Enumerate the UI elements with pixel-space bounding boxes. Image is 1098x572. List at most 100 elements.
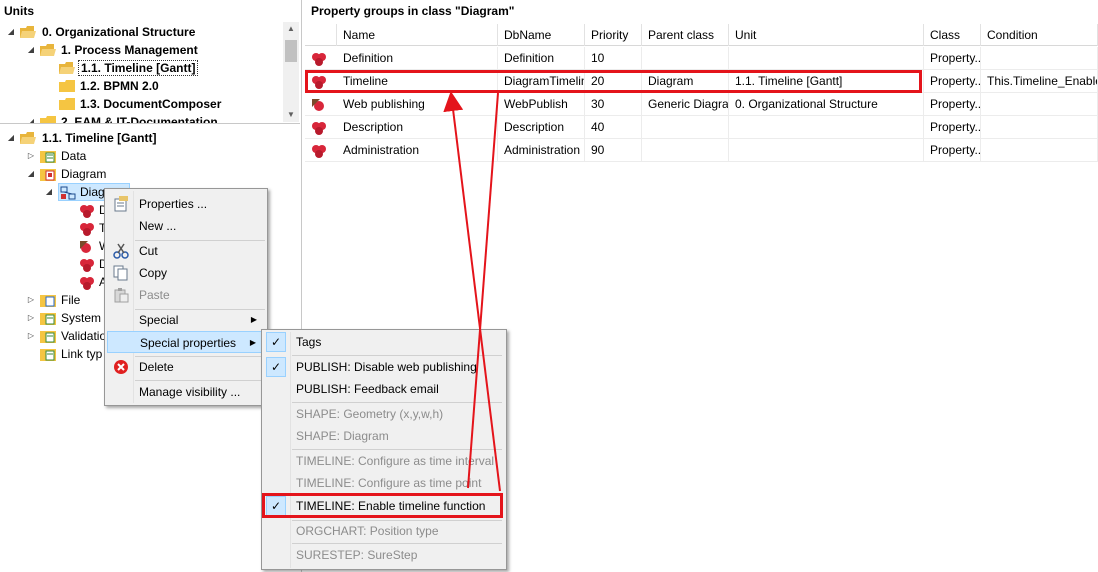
annotation-highlight-timeline-enable [262,493,503,518]
collapse-icon[interactable]: ◢ [6,129,16,147]
cell-name: Administration [337,139,498,162]
special-properties-submenu: ✓ Tags ✓ PUBLISH: Disable web publishing… [261,329,507,570]
class-folder-icon [40,168,56,181]
collapse-icon[interactable]: ◢ [44,183,54,201]
tree-item-org-structure[interactable]: ◢ 0. Organizational Structure [0,23,280,41]
menu-item-cut[interactable]: Cut [107,240,265,262]
menu-item-label: SHAPE: Diagram [296,429,389,443]
cell-condition [981,116,1098,139]
submenu-item-publish-disable[interactable]: ✓ PUBLISH: Disable web publishing [264,356,504,378]
tree-item-label: 2. EAM & IT-Documentation [61,115,218,124]
paste-icon [113,287,129,303]
column-header-parent-class[interactable]: Parent class [642,24,729,46]
table-row[interactable]: Definition Definition 10 Property... [305,47,1098,70]
table-row[interactable]: Web publishing WebPublish 30 Generic Dia… [305,93,1098,116]
cell-name: Web publishing [337,93,498,116]
submenu-item-timeline-interval[interactable]: TIMELINE: Configure as time interval [264,450,504,472]
menu-item-label: Paste [139,288,170,302]
collapse-icon[interactable]: ◢ [26,165,36,183]
property-group-icon [79,276,95,290]
submenu-item-surestep[interactable]: SURESTEP: SureStep [264,544,504,566]
web-publish-icon [311,98,327,112]
menu-item-delete[interactable]: Delete [107,356,265,378]
expand-icon[interactable]: ▷ [26,291,36,309]
menu-item-label: Manage visibility ... [139,385,241,399]
class-folder-icon [40,312,56,325]
tree-item-eam[interactable]: ◢ 2. EAM & IT-Documentation [0,113,280,124]
folder-icon [59,80,75,92]
collapse-icon[interactable]: ◢ [6,23,16,41]
submenu-item-shape-geometry[interactable]: SHAPE: Geometry (x,y,w,h) [264,403,504,425]
submenu-item-publish-feedback[interactable]: PUBLISH: Feedback email [264,378,504,400]
tree-item-bpmn[interactable]: 1.2. BPMN 2.0 [0,77,280,95]
column-header-dbname[interactable]: DbName [498,24,585,46]
property-group-icon [79,258,95,272]
cell-condition [981,139,1098,162]
menu-item-special-properties[interactable]: Special properties ▶ [107,331,265,353]
scroll-down-icon[interactable]: ▼ [283,108,299,122]
menu-item-special[interactable]: Special ▶ [107,309,265,331]
menu-item-manage-visibility[interactable]: Manage visibility ... [107,381,265,403]
tree-item-label: Data [61,149,87,163]
cell-unit: 0. Organizational Structure [729,93,924,116]
submenu-item-orgchart-position[interactable]: ORGCHART: Position type [264,520,504,542]
column-header-name[interactable]: Name [337,24,498,46]
submenu-item-tags[interactable]: ✓ Tags [264,331,504,353]
tree-item-timeline-gantt[interactable]: 1.1. Timeline [Gantt] [0,59,280,77]
menu-item-label: PUBLISH: Disable web publishing [296,360,477,374]
property-group-icon [311,121,327,135]
collapse-icon[interactable]: ◢ [26,41,36,59]
column-header-icon[interactable] [305,24,337,46]
cell-condition [981,47,1098,70]
cell-priority: 40 [585,116,642,139]
tree-item-label: 1.1. Timeline [Gantt] [78,60,199,76]
diagram-icon [60,186,76,200]
property-groups-title: Property groups in class "Diagram" [311,4,515,18]
cell-class: Property... [924,70,981,93]
cell-condition [981,93,1098,116]
menu-item-label: SHAPE: Geometry (x,y,w,h) [296,407,444,421]
tree-item-process-management[interactable]: ◢ 1. Process Management [0,41,280,59]
scroll-thumb[interactable] [285,40,297,62]
column-header-priority[interactable]: Priority [585,24,642,46]
menu-item-label: TIMELINE: Configure as time interval [296,454,495,468]
expand-icon[interactable]: ▷ [26,147,36,165]
property-group-icon [311,144,327,158]
collapse-icon[interactable]: ◢ [26,113,36,123]
scroll-up-icon[interactable]: ▲ [283,22,299,36]
class-folder-icon [40,330,56,343]
expand-icon[interactable]: ▷ [26,327,36,345]
menu-item-paste[interactable]: Paste [107,284,265,306]
cell-class: Property... [924,139,981,162]
submenu-item-shape-diagram[interactable]: SHAPE: Diagram [264,425,504,447]
class-folder-icon [40,348,56,361]
tree-item-documentcomposer[interactable]: 1.3. DocumentComposer [0,95,280,113]
cell-parent-class [642,139,729,162]
tree-item-label: 1.3. DocumentComposer [80,97,222,111]
cell-parent-class [642,116,729,139]
menu-item-properties[interactable]: Properties ... [107,193,265,215]
table-row[interactable]: Administration Administration 90 Propert… [305,139,1098,162]
cell-priority: 90 [585,139,642,162]
submenu-item-timeline-point[interactable]: TIMELINE: Configure as time point [264,472,504,494]
expand-icon[interactable]: ▷ [26,309,36,327]
cell-dbname: Definition [498,47,585,70]
column-header-condition[interactable]: Condition [981,24,1098,46]
menu-item-label: Special [139,313,179,327]
cell-class: Property... [924,116,981,139]
column-header-unit[interactable]: Unit [729,24,924,46]
menu-item-label: New ... [139,219,177,233]
column-header-class[interactable]: Class [924,24,981,46]
menu-item-label: Tags [296,335,322,349]
table-row[interactable]: Description Description 40 Property... [305,116,1098,139]
vertical-scrollbar[interactable]: ▲ ▼ [283,22,299,122]
menu-item-new[interactable]: New ... [107,215,265,237]
tree-item-label: 1.1. Timeline [Gantt] [42,131,157,145]
tree-item-label: 0. Organizational Structure [42,25,196,39]
checkmark-icon: ✓ [266,357,286,377]
cell-name: Description [337,116,498,139]
cell-priority: 30 [585,93,642,116]
tree-item-label: Diag [80,185,105,199]
menu-item-copy[interactable]: Copy [107,262,265,284]
property-group-icon [311,52,327,66]
